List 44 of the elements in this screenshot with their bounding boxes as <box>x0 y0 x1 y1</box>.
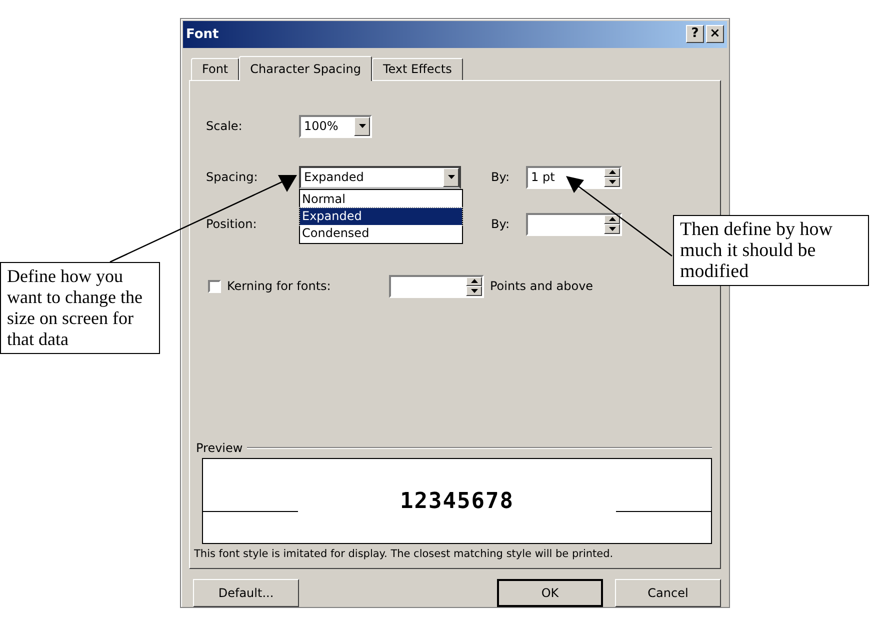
tab[interactable]: Character Spacing <box>239 56 372 81</box>
field-label: Scale: <box>206 119 244 134</box>
up-arrow-icon <box>470 279 478 284</box>
preview-sample: 12345678 <box>400 488 514 514</box>
scale-select[interactable]: 100% <box>299 114 372 138</box>
dialog-button[interactable]: OK <box>497 579 603 607</box>
dropdown-button[interactable] <box>443 168 459 187</box>
field-label: Position: <box>206 217 258 232</box>
dropdown-option[interactable]: Expanded <box>300 208 462 225</box>
close-button[interactable]: × <box>706 25 724 44</box>
caret-icon <box>358 124 366 128</box>
callout-note: Define how you want to change the size on screen for that data <box>0 262 160 354</box>
group-label: Preview <box>196 441 243 455</box>
spacing-by-field[interactable]: 1 pt <box>526 166 622 189</box>
up-arrow-icon <box>608 170 616 174</box>
field-label: Spacing: <box>206 170 259 184</box>
spin-up-button[interactable] <box>604 168 620 178</box>
down-arrow-icon <box>608 226 616 231</box>
dialog-button[interactable]: Default... <box>193 579 299 607</box>
dropdown-button[interactable] <box>354 116 370 136</box>
tab[interactable]: Text Effects <box>372 58 463 80</box>
preview-note: This font style is imitated for display. The closest matching style will be printed. <box>194 548 614 560</box>
spin-down-button[interactable] <box>604 177 620 187</box>
field-label: Points and above <box>490 279 594 294</box>
dialog-button[interactable]: Cancel <box>615 579 721 607</box>
dropdown-option[interactable]: Normal <box>300 190 462 208</box>
spin-up-button[interactable] <box>604 214 620 224</box>
down-arrow-icon <box>608 180 616 184</box>
caret-icon <box>448 175 454 180</box>
spin-up-button[interactable] <box>466 276 482 286</box>
kerning-size-field[interactable] <box>389 274 484 298</box>
window-title: Font <box>186 26 219 42</box>
kerning-checkbox[interactable] <box>208 280 221 293</box>
up-arrow-icon <box>608 217 616 222</box>
checkbox-label: Kerning for fonts: <box>227 279 332 294</box>
help-button[interactable]: ? <box>686 25 704 44</box>
down-arrow-icon <box>470 288 478 293</box>
field-label: By: <box>491 170 511 184</box>
spin-down-button[interactable] <box>604 224 620 234</box>
spin-down-button[interactable] <box>466 286 482 296</box>
callout-note: Then define by how much it should be modified <box>673 215 869 286</box>
position-by-field[interactable] <box>526 212 622 236</box>
tab[interactable]: Font <box>191 58 240 80</box>
field-label: By: <box>491 217 511 232</box>
